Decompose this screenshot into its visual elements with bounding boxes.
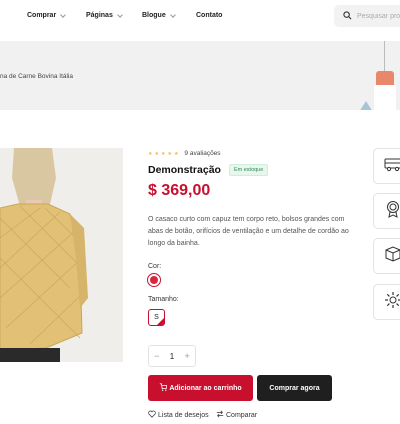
- feature-support[interactable]: [373, 284, 400, 320]
- size-option-s[interactable]: S: [148, 309, 165, 326]
- review-count[interactable]: 9 avaliações: [184, 150, 220, 157]
- qty-value[interactable]: 1: [170, 352, 174, 361]
- feature-shipping[interactable]: [373, 148, 400, 184]
- selected-corner: [157, 318, 164, 325]
- compare-arrows-icon: [216, 410, 224, 420]
- rating-stars: ★ ★ ★ ★ ★: [148, 151, 178, 157]
- buy-now-button[interactable]: Comprar agora: [257, 375, 332, 401]
- chevron-down-icon: [169, 11, 176, 18]
- star-icon: ★: [148, 150, 153, 157]
- nav-item-paginas[interactable]: Páginas: [86, 11, 123, 19]
- feature-returns[interactable]: [373, 238, 400, 274]
- qty-increase-button[interactable]: +: [185, 351, 190, 361]
- nav-item-blogue[interactable]: Blogue: [142, 11, 176, 19]
- add-to-cart-label: Adicionar ao carrinho: [169, 384, 242, 392]
- search-icon[interactable]: [343, 7, 352, 25]
- size-label: Tamanho:: [148, 296, 179, 303]
- nav-label: Blogue: [142, 12, 166, 19]
- color-label: Cor:: [148, 263, 162, 270]
- header: Comprar Páginas Blogue Contato: [0, 0, 400, 36]
- compare-link[interactable]: Comparar: [216, 410, 257, 420]
- star-icon: ★: [154, 150, 159, 157]
- wishlist-label: Lista de desejos: [158, 411, 209, 419]
- heart-icon: [148, 410, 156, 420]
- breadcrumb: na de Carne Bovina Itália: [0, 73, 73, 80]
- product-description: O casaco curto com capuz tem corpo reto,…: [148, 216, 349, 247]
- compare-label: Comparar: [226, 411, 258, 419]
- product-image[interactable]: [0, 148, 123, 362]
- box-return-icon: [384, 245, 400, 267]
- product-price: $ 369,00: [148, 182, 211, 199]
- search-input[interactable]: [357, 12, 400, 20]
- add-to-cart-button[interactable]: Adicionar ao carrinho: [148, 375, 253, 401]
- award-icon: [384, 200, 400, 223]
- decorative-lamp-cord: [384, 41, 385, 73]
- chevron-down-icon: [117, 11, 123, 18]
- nav-label: Comprar: [27, 12, 57, 19]
- gear-icon: [384, 291, 400, 314]
- color-swatch-red[interactable]: [147, 273, 161, 287]
- star-icon: ★: [173, 150, 179, 157]
- feature-quality[interactable]: [373, 193, 400, 229]
- decorative-lamp-shade: [374, 85, 396, 110]
- wishlist-link[interactable]: Lista de desejos: [148, 410, 209, 420]
- search-box[interactable]: [334, 5, 400, 27]
- star-icon: ★: [160, 150, 166, 157]
- star-icon: ★: [167, 150, 172, 157]
- page-banner: na de Carne Bovina Itália: [0, 41, 400, 110]
- nav-item-contato[interactable]: Contato: [196, 12, 222, 19]
- nav-label: Contato: [196, 12, 223, 19]
- qty-decrease-button[interactable]: −: [154, 351, 159, 361]
- buy-now-label: Comprar agora: [269, 384, 320, 392]
- nav-item-comprar[interactable]: Comprar: [27, 11, 67, 19]
- cart-icon: [159, 383, 168, 393]
- chevron-down-icon: [60, 11, 67, 18]
- nav-label: Páginas: [86, 12, 113, 19]
- title-row: Demonstração Em estoque: [148, 164, 269, 176]
- quantity-stepper[interactable]: − 1 +: [148, 345, 196, 367]
- stock-badge: Em estoque: [228, 164, 269, 176]
- truck-icon: [384, 156, 400, 177]
- product-title: Demonstração: [148, 164, 221, 176]
- rating-row: ★ ★ ★ ★ ★ 9 avaliações: [148, 150, 221, 157]
